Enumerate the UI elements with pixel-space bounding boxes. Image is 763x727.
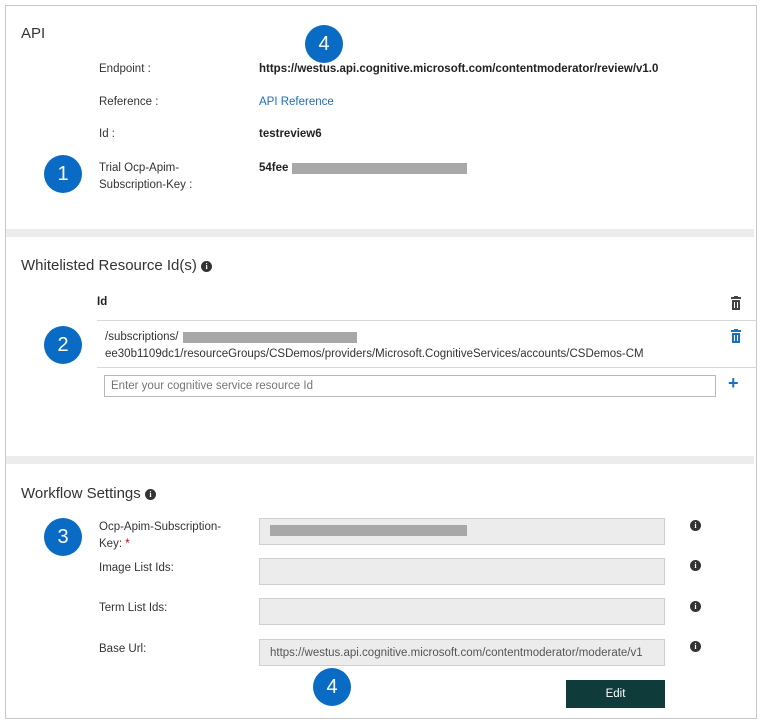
trash-icon[interactable] (730, 296, 742, 310)
id-value: testreview6 (259, 128, 322, 140)
section-divider-1 (6, 229, 754, 237)
redacted-subscription-id (183, 332, 357, 343)
term-list-ids-field[interactable] (259, 598, 665, 625)
table-row-divider (97, 367, 757, 368)
callout-4-top: 4 (305, 25, 343, 63)
term-list-label: Term List Ids: (99, 602, 168, 614)
info-circle-icon[interactable]: i (690, 601, 701, 612)
info-circle-icon[interactable]: i (690, 560, 701, 571)
info-circle-icon: i (201, 260, 213, 272)
workflow-section-title: Workflow Settings i (21, 485, 156, 502)
required-marker: * (125, 538, 130, 550)
api-reference-link[interactable]: API Reference (259, 96, 334, 108)
trial-key-label-line1: Trial Ocp-Apim- (99, 162, 180, 174)
endpoint-label: Endpoint : (99, 63, 151, 75)
id-column-header: Id (97, 296, 108, 308)
table-header-divider (97, 320, 757, 321)
image-list-label: Image List Ids: (99, 562, 174, 574)
section-divider-2 (6, 456, 754, 464)
info-circle-icon[interactable]: i (690, 641, 701, 652)
whitelist-section-title: Whitelisted Resource Id(s) i (21, 257, 213, 274)
workflow-title-text: Workflow Settings (21, 485, 141, 502)
workflow-key-label-text: Key: (99, 538, 123, 550)
base-url-label: Base Url: (99, 643, 147, 655)
redacted-trial-key (292, 163, 467, 174)
image-list-ids-field[interactable] (259, 558, 665, 585)
trial-key-value-prefix: 54fee (259, 162, 289, 174)
workflow-key-label-line2: Key: * (99, 536, 130, 553)
trash-icon[interactable] (730, 329, 742, 343)
whitelist-title-text: Whitelisted Resource Id(s) (21, 257, 197, 274)
resource-id-input[interactable] (104, 375, 716, 397)
api-section-title: API (21, 25, 46, 42)
redacted-subscription-key (270, 525, 467, 536)
plus-icon[interactable]: + (728, 373, 739, 394)
info-circle-icon: i (144, 488, 156, 500)
callout-4-bottom: 4 (313, 668, 351, 706)
reference-label: Reference : (99, 96, 159, 108)
trial-key-label-line2: Subscription-Key : (99, 179, 193, 191)
callout-3: 3 (44, 518, 82, 556)
resource-id-line2: ee30b1109dc1/resourceGroups/CSDemos/prov… (105, 348, 644, 360)
base-url-field[interactable]: https://westus.api.cognitive.microsoft.c… (259, 639, 665, 666)
info-circle-icon[interactable]: i (690, 520, 701, 531)
edit-button[interactable]: Edit (566, 680, 665, 708)
callout-2: 2 (44, 326, 82, 364)
resource-id-line1: /subscriptions/ (105, 331, 179, 343)
workflow-key-label-line1: Ocp-Apim-Subscription- (99, 521, 222, 533)
callout-1: 1 (44, 155, 82, 193)
id-label: Id : (99, 128, 115, 140)
endpoint-value: https://westus.api.cognitive.microsoft.c… (259, 63, 659, 75)
